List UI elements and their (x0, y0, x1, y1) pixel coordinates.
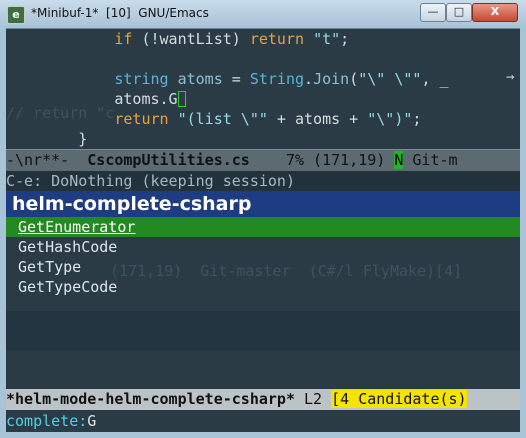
helm-candidate-label: GetHashCode (18, 238, 118, 256)
maximize-button[interactable]: □ (446, 3, 472, 22)
code-token: string (114, 70, 169, 88)
code-token: String (249, 70, 305, 88)
code-line[interactable]: if (!wantList) return "t"; (6, 29, 349, 49)
code-token: ( (349, 70, 359, 88)
minimize-button[interactable]: — (420, 3, 446, 22)
code-token: . (304, 70, 314, 88)
code-token: (!wantList) (132, 30, 250, 48)
minibuffer-cursor (96, 413, 105, 429)
minibuffer[interactable]: complete:G (6, 410, 520, 432)
code-token: "\")" (367, 110, 413, 128)
background-ghost-text: // return "c (6, 104, 115, 122)
code-token: "\" \"" (358, 70, 422, 88)
code-token: ; (412, 110, 422, 128)
code-token: ; (340, 30, 350, 48)
code-token: return (249, 30, 305, 48)
helm-source-header: helm-complete-csharp (6, 191, 520, 217)
window-right-border (520, 28, 526, 438)
helm-candidate-count: [4 Candidate(s) (331, 390, 467, 408)
code-line[interactable]: } (6, 129, 87, 149)
helm-buffer-name: *helm-mode-helm-complete-csharp* (6, 390, 295, 408)
text-cursor (177, 91, 186, 107)
title-bar[interactable]: e *Minibuf-1* [10] GNU/Emacs — □ X (0, 0, 526, 29)
helm-line-indicator: L2 (294, 390, 332, 408)
code-token: atoms (177, 70, 223, 88)
helm-candidate-label: GetEnumerator (18, 218, 136, 236)
window-bottom-border (0, 432, 526, 438)
helm-candidate[interactable]: GetHashCode (6, 237, 520, 257)
modeline-position: 7% (171,19) (249, 151, 395, 169)
helm-session-line: C-e: DoNothing (keeping session) (6, 171, 520, 192)
emacs-app-icon: e (7, 6, 25, 24)
modeline-vc: Git-m (403, 151, 458, 169)
line-continuation-arrow-icon: → (506, 69, 515, 85)
code-line[interactable]: string atoms = String.Join("\" \"", _ (6, 69, 449, 89)
helm-candidate-label: GetTypeCode (18, 278, 118, 296)
code-token: = (222, 70, 250, 88)
code-token: , _ (421, 70, 449, 88)
modeline-buffer-name: CscompUtilities.cs (87, 151, 250, 169)
buffer-modeline[interactable]: -\nr**- CscompUtilities.cs 7% (171,19) N… (6, 149, 520, 172)
code-token: } (78, 130, 88, 148)
code-token: return (114, 110, 169, 128)
background-ghost-modeline: (171,19) Git-master (C#/l FlyMake)[4] (110, 262, 463, 280)
helm-modeline: *helm-mode-helm-complete-csharp* L2 [4 C… (6, 389, 520, 410)
modeline-prefix: -\nr**- (6, 151, 88, 169)
code-token: + atoms + (267, 110, 368, 128)
minibuffer-input[interactable]: G (87, 412, 96, 430)
code-token: Join (313, 70, 350, 88)
window-title: *Minibuf-1* [10] GNU/Emacs (31, 6, 209, 20)
code-token: if (114, 30, 133, 48)
emacs-frame: if (!wantList) return "t"; string atoms … (6, 29, 520, 432)
code-token: "(list \"" (177, 110, 268, 128)
helm-candidate-selected[interactable]: GetEnumerator (6, 217, 520, 237)
emacs-window: e *Minibuf-1* [10] GNU/Emacs — □ X if (!… (0, 0, 526, 438)
minibuffer-prompt: complete: (6, 412, 88, 430)
code-token: "t" (313, 30, 341, 48)
code-token: atoms.G (114, 90, 178, 108)
helm-candidate-label: GetType (18, 258, 82, 276)
helm-empty-area (6, 311, 520, 351)
close-button[interactable]: X (472, 3, 518, 22)
